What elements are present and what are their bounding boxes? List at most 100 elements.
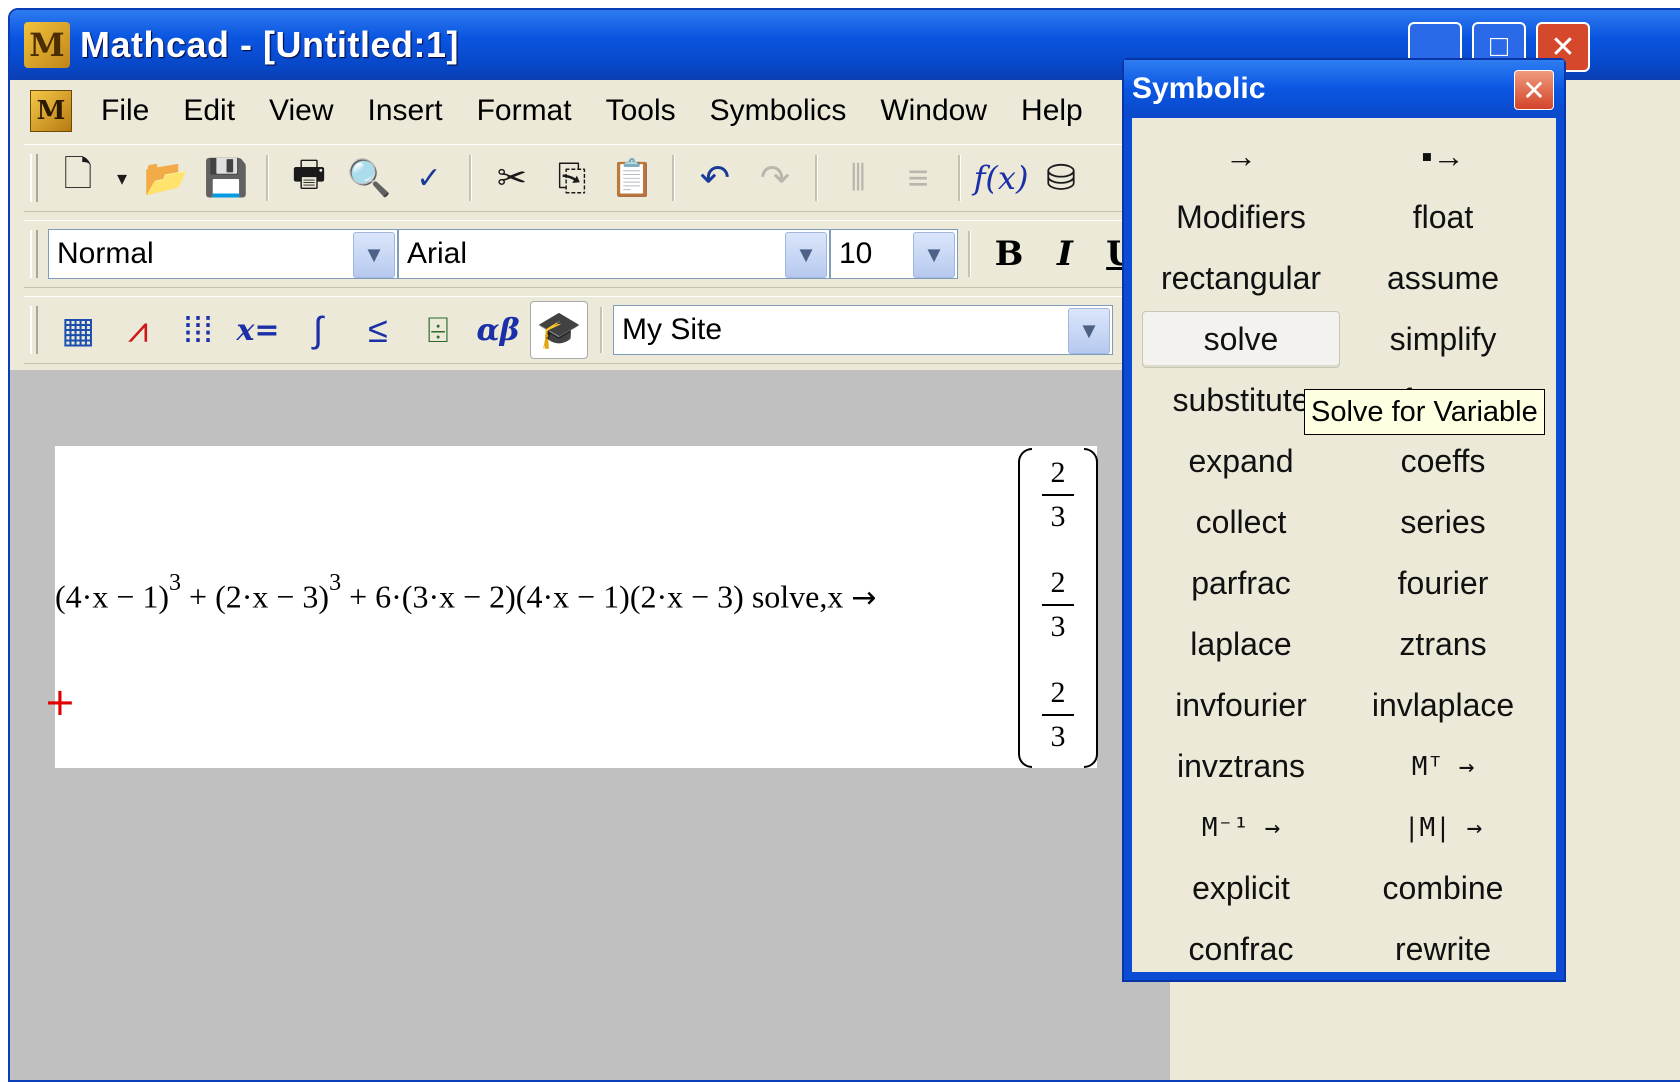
toolbar-grip[interactable]	[30, 306, 38, 354]
exponent: 3	[169, 570, 182, 596]
fourier-button[interactable]: fourier	[1344, 555, 1542, 612]
close-icon[interactable]: ✕	[1514, 70, 1554, 110]
math-expression[interactable]: (4·x − 1)3 + (2·x − 3)3 + 6·(3·x − 2)(4·…	[55, 570, 877, 616]
copy-icon[interactable]: ⎘	[544, 150, 600, 206]
resource-center-icon[interactable]: 🎓	[530, 301, 588, 359]
collect-button[interactable]: collect	[1142, 494, 1340, 551]
ztrans-button[interactable]: ztrans	[1344, 616, 1542, 673]
menu-bar: M File Edit View Insert Format Tools Sym…	[10, 80, 1150, 142]
font-value: Arial	[407, 237, 468, 270]
modifiers-button[interactable]: Modifiers	[1142, 189, 1340, 246]
denominator: 3	[1050, 610, 1066, 643]
coeffs-button[interactable]: coeffs	[1344, 433, 1542, 490]
transpose-label: Mᵀ →	[1411, 751, 1475, 782]
toolbar-grip[interactable]	[30, 230, 38, 278]
evaluation-icon[interactable]: x=	[230, 302, 286, 358]
italic-button[interactable]: I	[1037, 226, 1093, 282]
solve-keyword: solve,x	[743, 578, 852, 615]
result-vector[interactable]: 2 3 2 3 2 3	[1018, 448, 1098, 768]
window-title: Mathcad - [Untitled:1]	[80, 24, 459, 65]
cut-icon[interactable]: ✂	[484, 150, 540, 206]
expression-part: (4·x − 1)	[55, 578, 170, 615]
symbolic-keyword-evaluate-button[interactable]: ▪→	[1344, 128, 1542, 185]
expand-button[interactable]: expand	[1142, 433, 1340, 490]
invlaplace-button[interactable]: invlaplace	[1344, 677, 1542, 734]
chevron-down-icon[interactable]: ▼	[913, 232, 955, 278]
series-button[interactable]: series	[1344, 494, 1542, 551]
confrac-button[interactable]: confrac	[1142, 921, 1340, 978]
determinant-button[interactable]: |M| →	[1344, 799, 1542, 856]
parfrac-button[interactable]: parfrac	[1142, 555, 1340, 612]
chevron-down-icon[interactable]: ▼	[785, 232, 827, 278]
calculus-icon[interactable]: ∫	[290, 302, 346, 358]
style-select[interactable]: Normal ▼	[48, 229, 398, 279]
rectangular-button[interactable]: rectangular	[1142, 250, 1340, 307]
print-icon[interactable]: 🖶	[281, 150, 337, 206]
transpose-button[interactable]: Mᵀ →	[1344, 738, 1542, 795]
new-document-icon[interactable]: 🗋	[50, 150, 106, 206]
spell-check-icon[interactable]: ✓	[401, 150, 457, 206]
toolbar-grip[interactable]	[30, 154, 38, 202]
align-down-icon[interactable]: ≡	[890, 150, 946, 206]
document-menu-icon[interactable]: M	[30, 90, 72, 132]
calculator-icon[interactable]: ▦	[50, 302, 106, 358]
new-dropdown-icon[interactable]: ▾	[110, 150, 134, 206]
menu-insert[interactable]: Insert	[351, 94, 460, 128]
paste-icon[interactable]: 📋	[604, 150, 660, 206]
insert-function-icon[interactable]: f(x)	[973, 150, 1029, 206]
result-fraction: 2 3	[1036, 456, 1080, 534]
numerator: 2	[1050, 456, 1066, 489]
bold-button[interactable]: B	[981, 226, 1037, 282]
menu-help[interactable]: Help	[1004, 94, 1100, 128]
font-size-value: 10	[839, 237, 873, 270]
open-icon[interactable]: 📂	[138, 150, 194, 206]
symbolic-evaluate-button[interactable]: →	[1142, 128, 1340, 185]
align-across-icon[interactable]: ⫴	[830, 150, 886, 206]
redo-icon[interactable]: ↷	[747, 150, 803, 206]
menu-view[interactable]: View	[252, 94, 350, 128]
resource-url-field[interactable]: My Site ▼	[613, 305, 1113, 355]
toolbar-separator	[600, 307, 603, 353]
font-size-select[interactable]: 10 ▼	[830, 229, 958, 279]
assume-button[interactable]: assume	[1344, 250, 1542, 307]
toolbar-separator	[469, 155, 472, 201]
chevron-down-icon[interactable]: ▼	[1068, 308, 1110, 354]
print-preview-icon[interactable]: 🔍	[341, 150, 397, 206]
explicit-button[interactable]: explicit	[1142, 860, 1340, 917]
invztrans-button[interactable]: invztrans	[1142, 738, 1340, 795]
menu-edit[interactable]: Edit	[166, 94, 252, 128]
combine-button[interactable]: combine	[1344, 860, 1542, 917]
programming-icon[interactable]: ⌹	[410, 302, 466, 358]
inverse-button[interactable]: M⁻¹ →	[1142, 799, 1340, 856]
palette-title-bar[interactable]: Symbolic ✕	[1124, 60, 1564, 118]
menu-format[interactable]: Format	[460, 94, 589, 128]
matrix-icon[interactable]: ⁞⁞⁞	[170, 302, 226, 358]
save-icon[interactable]: 💾	[198, 150, 254, 206]
undo-icon[interactable]: ↶	[687, 150, 743, 206]
graph-icon[interactable]: ⩘	[110, 302, 166, 358]
inverse-label: M⁻¹ →	[1201, 812, 1281, 843]
fraction-bar	[1042, 714, 1074, 716]
menu-symbolics[interactable]: Symbolics	[693, 94, 864, 128]
resource-url-value: My Site	[622, 313, 723, 346]
float-button[interactable]: float	[1344, 189, 1542, 246]
menu-tools[interactable]: Tools	[589, 94, 693, 128]
menu-file[interactable]: File	[84, 94, 166, 128]
solve-button[interactable]: solve	[1142, 311, 1340, 368]
greek-icon[interactable]: αβ	[470, 302, 526, 358]
toolbar-separator	[672, 155, 675, 201]
boolean-icon[interactable]: ≤	[350, 302, 406, 358]
invfourier-button[interactable]: invfourier	[1142, 677, 1340, 734]
font-select[interactable]: Arial ▼	[398, 229, 830, 279]
simplify-button[interactable]: simplify	[1344, 311, 1542, 368]
rewrite-button[interactable]: rewrite	[1344, 921, 1542, 978]
mathcad-logo-icon: M	[24, 22, 70, 68]
insert-unit-icon[interactable]: ⛁	[1033, 150, 1089, 206]
chevron-down-icon[interactable]: ▼	[353, 232, 395, 278]
expression-part: + (2·x − 3)	[181, 578, 330, 615]
menu-window[interactable]: Window	[863, 94, 1004, 128]
crosshair-cursor-icon: +	[44, 680, 76, 724]
numerator: 2	[1050, 676, 1066, 709]
toolbar-separator	[266, 155, 269, 201]
laplace-button[interactable]: laplace	[1142, 616, 1340, 673]
